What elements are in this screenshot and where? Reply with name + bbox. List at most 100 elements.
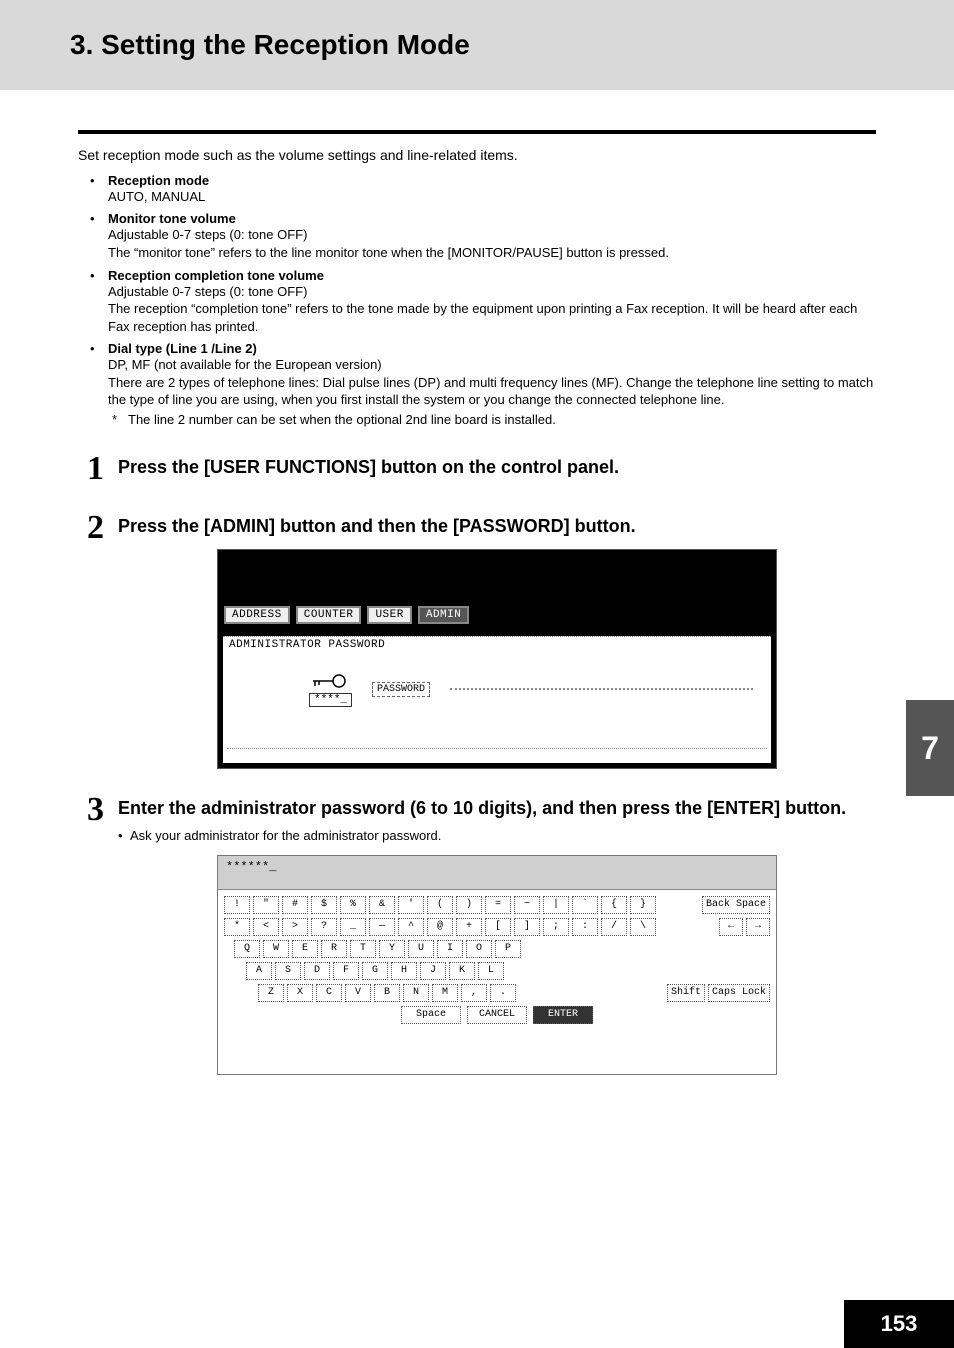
key[interactable]: % [340, 896, 366, 914]
key[interactable]: Y [379, 940, 405, 958]
key[interactable]: A [246, 962, 272, 980]
key[interactable]: K [449, 962, 475, 980]
key[interactable]: . [490, 984, 516, 1002]
key[interactable]: U [408, 940, 434, 958]
password-button[interactable]: PASSWORD [372, 682, 430, 697]
item-line: Adjustable 0-7 steps (0: tone OFF) [108, 284, 307, 299]
key[interactable]: : [572, 918, 598, 936]
key[interactable]: I [437, 940, 463, 958]
key[interactable]: } [630, 896, 656, 914]
key[interactable]: ? [311, 918, 337, 936]
key[interactable]: @ [427, 918, 453, 936]
key[interactable]: # [282, 896, 308, 914]
item-line: AUTO, MANUAL [108, 189, 205, 204]
keyboard-row-4: A S D F G H J K L [224, 962, 770, 980]
keyboard-input-display: ******_ [218, 856, 776, 890]
key[interactable]: Q [234, 940, 260, 958]
key[interactable]: X [287, 984, 313, 1002]
tab-admin[interactable]: ADMIN [418, 606, 470, 624]
key[interactable]: < [253, 918, 279, 936]
key[interactable]: H [391, 962, 417, 980]
item-line: The “monitor tone” refers to the line mo… [108, 245, 669, 260]
key[interactable]: — [369, 918, 395, 936]
divider-thick [78, 130, 876, 134]
header-band: 3. Setting the Reception Mode [0, 0, 954, 90]
item-label: Reception completion tone volume [108, 268, 324, 283]
tab-address[interactable]: ADDRESS [224, 606, 290, 624]
key[interactable]: * [224, 918, 250, 936]
key[interactable]: ! [224, 896, 250, 914]
item-line: The reception “completion tone” refers t… [108, 301, 857, 334]
enter-key[interactable]: ENTER [533, 1006, 593, 1024]
key[interactable]: C [316, 984, 342, 1002]
intro-text: Set reception mode such as the volume se… [78, 146, 876, 165]
key[interactable]: N [403, 984, 429, 1002]
capslock-key[interactable]: Caps Lock [708, 984, 770, 1002]
key[interactable]: E [292, 940, 318, 958]
arrow-right-key[interactable]: → [746, 918, 770, 936]
key[interactable]: D [304, 962, 330, 980]
key[interactable]: { [601, 896, 627, 914]
shift-key[interactable]: Shift [667, 984, 705, 1002]
key[interactable]: = [485, 896, 511, 914]
key[interactable]: / [601, 918, 627, 936]
keyboard-row-bottom: Space CANCEL ENTER [224, 1006, 770, 1024]
white-panel: ADMINISTRATOR PASSWORD ****_ PASSWORD [223, 636, 771, 763]
step-number: 2 [78, 511, 104, 770]
key[interactable]: Z [258, 984, 284, 1002]
step-2: 2 Press the [ADMIN] button and then the … [78, 511, 876, 770]
keyboard-row-1: ! " # $ % & ' ( ) = ~ | ` { } [224, 896, 770, 914]
key[interactable]: ' [398, 896, 424, 914]
step-subtext: Ask your administrator for the administr… [118, 828, 876, 843]
key[interactable]: O [466, 940, 492, 958]
step-3: 3 Enter the administrator password (6 to… [78, 793, 876, 1075]
key[interactable]: V [345, 984, 371, 1002]
step-number: 1 [78, 452, 104, 487]
list-item: Dial type (Line 1 /Line 2) DP, MF (not a… [108, 341, 876, 428]
key[interactable]: > [282, 918, 308, 936]
key[interactable]: & [369, 896, 395, 914]
space-key[interactable]: Space [401, 1006, 461, 1024]
key[interactable]: J [420, 962, 446, 980]
key[interactable]: ; [543, 918, 569, 936]
key[interactable]: + [456, 918, 482, 936]
key[interactable]: ] [514, 918, 540, 936]
key[interactable]: B [374, 984, 400, 1002]
key[interactable]: ( [427, 896, 453, 914]
backspace-key[interactable]: Back Space [702, 896, 770, 914]
key[interactable]: ) [456, 896, 482, 914]
chapter-tab: 7 [906, 700, 954, 796]
keyboard-body: ! " # $ % & ' ( ) = ~ | ` { } [218, 890, 776, 1030]
step-title: Press the [ADMIN] button and then the [P… [118, 515, 876, 538]
key[interactable]: W [263, 940, 289, 958]
tab-counter[interactable]: COUNTER [296, 606, 362, 624]
item-label: Reception mode [108, 173, 209, 188]
cancel-key[interactable]: CANCEL [467, 1006, 527, 1024]
key[interactable]: M [432, 984, 458, 1002]
tab-bar: ADDRESS COUNTER USER ADMIN [218, 550, 776, 626]
key[interactable]: G [362, 962, 388, 980]
key[interactable]: S [275, 962, 301, 980]
key[interactable]: \ [630, 918, 656, 936]
key[interactable]: " [253, 896, 279, 914]
key-icon-group: ****_ [309, 671, 352, 707]
key[interactable]: R [321, 940, 347, 958]
key[interactable]: _ [340, 918, 366, 936]
arrow-left-key[interactable]: ← [719, 918, 743, 936]
keyboard-row-3: Q W E R T Y U I O P [224, 940, 770, 958]
key[interactable]: [ [485, 918, 511, 936]
key[interactable]: L [478, 962, 504, 980]
key[interactable]: ` [572, 896, 598, 914]
tab-user[interactable]: USER [367, 606, 411, 624]
key[interactable]: , [461, 984, 487, 1002]
item-line: DP, MF (not available for the European v… [108, 357, 382, 372]
item-line: Adjustable 0-7 steps (0: tone OFF) [108, 227, 307, 242]
key[interactable]: | [543, 896, 569, 914]
key[interactable]: T [350, 940, 376, 958]
key[interactable]: ^ [398, 918, 424, 936]
key[interactable]: F [333, 962, 359, 980]
key[interactable]: ~ [514, 896, 540, 914]
key[interactable]: $ [311, 896, 337, 914]
key[interactable]: P [495, 940, 521, 958]
star-note: The line 2 number can be set when the op… [108, 411, 876, 429]
